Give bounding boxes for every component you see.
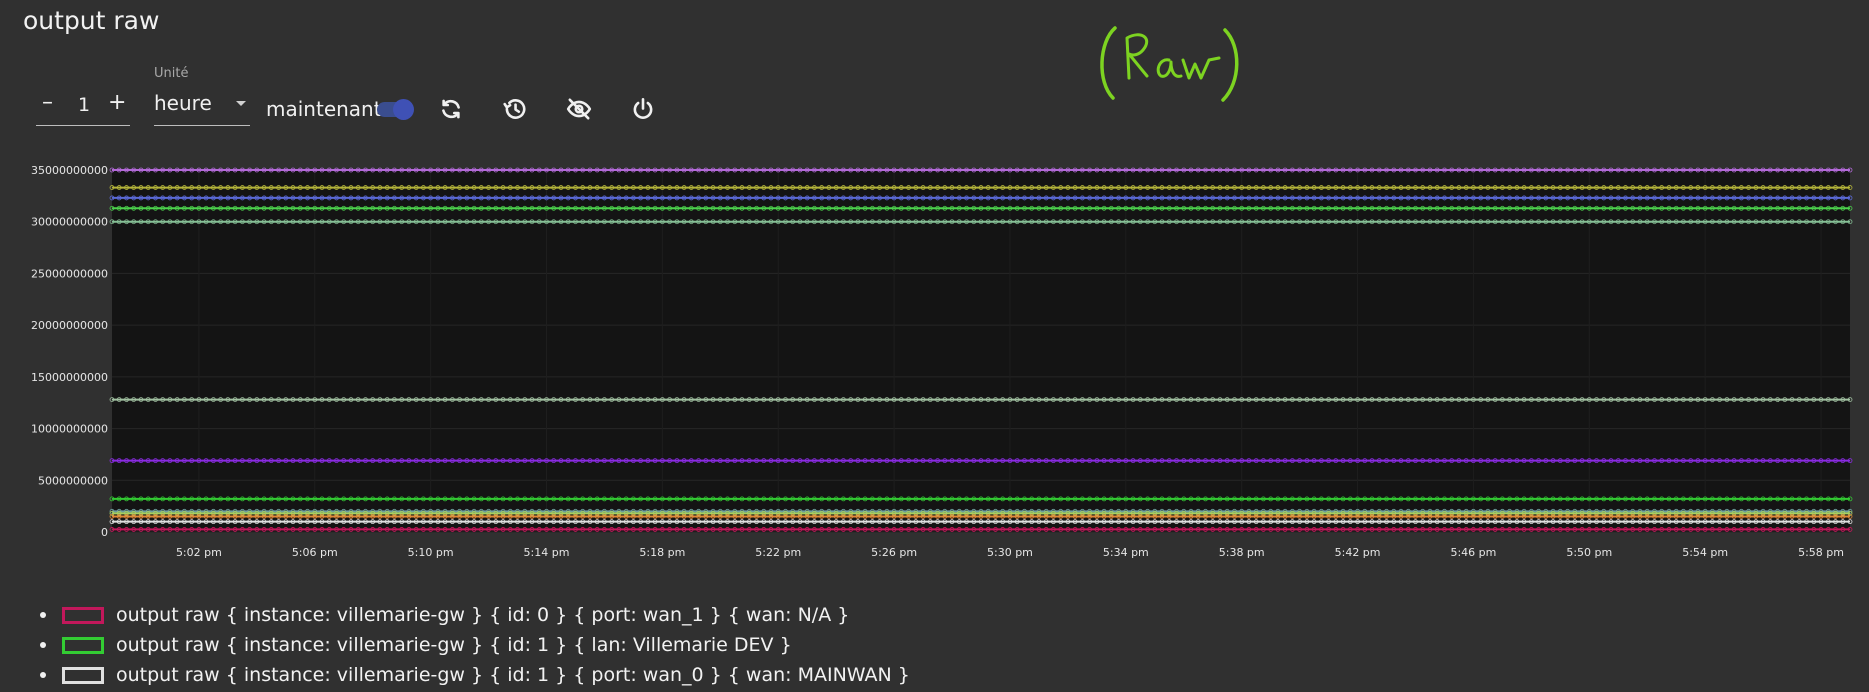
unit-value[interactable]: heure <box>154 91 212 115</box>
legend-label: output raw { instance: villemarie-gw } {… <box>116 604 850 626</box>
legend-label: output raw { instance: villemarie-gw } {… <box>116 664 910 686</box>
y-tick-label: 0 <box>101 526 108 539</box>
bullet-icon <box>40 612 46 618</box>
x-tick-label: 5:22 pm <box>755 546 801 559</box>
legend-item[interactable]: output raw { instance: villemarie-gw } {… <box>40 660 910 690</box>
legend-swatch <box>62 606 104 624</box>
legend-item[interactable]: output raw { instance: villemarie-gw } {… <box>40 600 910 630</box>
x-tick-label: 5:30 pm <box>987 546 1033 559</box>
legend-swatch <box>62 636 104 654</box>
x-tick-label: 5:42 pm <box>1335 546 1381 559</box>
interval-stepper: – 1 + <box>36 90 130 126</box>
x-tick-label: 5:26 pm <box>871 546 917 559</box>
x-tick-label: 5:06 pm <box>292 546 338 559</box>
bullet-icon <box>40 642 46 648</box>
interval-value[interactable]: 1 <box>78 94 90 116</box>
bullet-icon <box>40 672 46 678</box>
toggle-thumb[interactable] <box>393 99 414 120</box>
unit-label: Unité <box>154 66 189 81</box>
y-tick-label: 30000000000 <box>31 216 108 229</box>
history-icon[interactable] <box>502 96 528 122</box>
now-toggle[interactable] <box>377 99 414 120</box>
y-tick-label: 10000000000 <box>31 423 108 436</box>
x-tick-label: 5:38 pm <box>1219 546 1265 559</box>
x-tick-label: 5:18 pm <box>639 546 685 559</box>
panel-title: output raw <box>23 6 160 35</box>
x-tick-label: 5:58 pm <box>1798 546 1844 559</box>
y-tick-label: 5000000000 <box>38 474 108 487</box>
legend: output raw { instance: villemarie-gw } {… <box>40 600 910 690</box>
visibility-off-icon[interactable] <box>566 96 592 122</box>
y-tick-label: 35000000000 <box>31 164 108 177</box>
dropdown-caret-icon[interactable] <box>236 101 246 106</box>
y-tick-label: 25000000000 <box>31 267 108 280</box>
x-tick-label: 5:34 pm <box>1103 546 1149 559</box>
power-icon[interactable] <box>630 96 656 122</box>
x-tick-label: 5:10 pm <box>408 546 454 559</box>
legend-swatch <box>62 666 104 684</box>
x-tick-label: 5:50 pm <box>1566 546 1612 559</box>
x-tick-label: 5:54 pm <box>1682 546 1728 559</box>
increment-button[interactable]: + <box>108 90 126 115</box>
legend-label: output raw { instance: villemarie-gw } {… <box>116 634 792 656</box>
y-tick-label: 15000000000 <box>31 371 108 384</box>
handwritten-annotation <box>1100 26 1239 102</box>
legend-item[interactable]: output raw { instance: villemarie-gw } {… <box>40 630 910 660</box>
decrement-button[interactable]: – <box>42 90 53 115</box>
unit-select[interactable]: Unité heure <box>154 66 250 126</box>
x-tick-label: 5:46 pm <box>1450 546 1496 559</box>
refresh-icon[interactable] <box>438 96 464 122</box>
x-tick-label: 5:14 pm <box>524 546 570 559</box>
y-tick-label: 20000000000 <box>31 319 108 332</box>
x-tick-label: 5:02 pm <box>176 546 222 559</box>
now-toggle-label: maintenant <box>266 97 382 121</box>
chart: 0 5000000000 10000000000 15000000000 2000000… <box>0 150 1869 574</box>
